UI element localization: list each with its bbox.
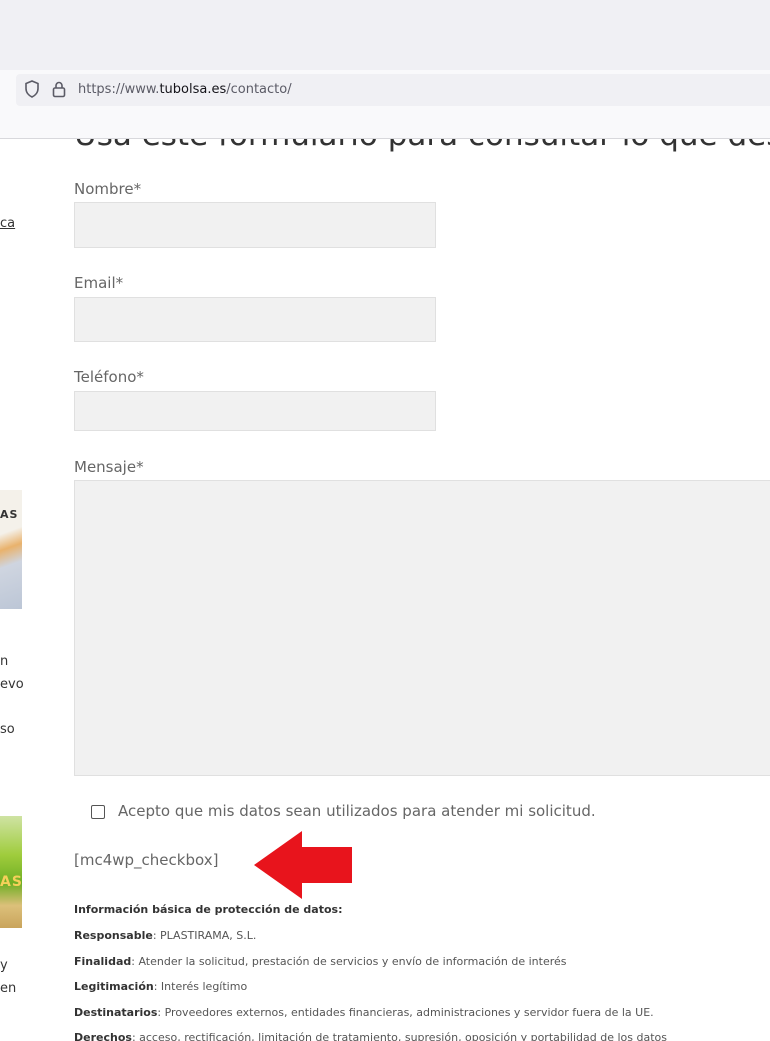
consent-checkbox[interactable] [91, 805, 105, 819]
privacy-row: Finalidad: Atender la solicitud, prestac… [74, 955, 567, 968]
red-arrow-annotation [254, 831, 352, 899]
sidebar-text-fragment: en [0, 981, 17, 996]
sidebar-link-fragment[interactable]: ca [0, 216, 15, 231]
url-text[interactable]: https://www.tubolsa.es/contacto/ [78, 82, 292, 97]
sidebar-banner-text: AS [0, 508, 19, 521]
shield-icon[interactable] [24, 80, 42, 100]
sidebar-banner-image[interactable]: AS [0, 816, 22, 928]
name-input[interactable] [74, 202, 436, 248]
sidebar-text-fragment: n [0, 654, 9, 669]
sidebar-text-fragment: y [0, 958, 8, 973]
form-heading: Usa este formulario para consultar lo qu… [74, 139, 770, 153]
privacy-row: Derechos: acceso, rectificación, limitac… [74, 1031, 667, 1041]
consent-label[interactable]: Acepto que mis datos sean utilizados par… [118, 802, 596, 820]
privacy-row: Legitimación: Interés legítimo [74, 980, 248, 993]
phone-label: Teléfono* [74, 368, 144, 386]
name-label: Nombre* [74, 180, 142, 198]
privacy-row: Destinatarios: Proveedores externos, ent… [74, 1006, 654, 1019]
email-label: Email* [74, 274, 124, 292]
message-label: Mensaje* [74, 458, 144, 476]
privacy-row: Responsable: PLASTIRAMA, S.L. [74, 929, 257, 942]
sidebar-banner-image[interactable]: AS [0, 490, 22, 609]
lock-icon[interactable] [51, 80, 69, 100]
privacy-title: Información básica de protección de dato… [74, 903, 343, 916]
page-content: ca › AS n evo so AS y en Usa este formul… [0, 139, 770, 1041]
message-textarea[interactable] [74, 480, 770, 776]
browser-tabstrip [0, 0, 770, 70]
sidebar-text-fragment: evo [0, 677, 24, 692]
mc4wp-shortcode-text: [mc4wp_checkbox] [74, 851, 219, 869]
email-input[interactable] [74, 297, 436, 342]
sidebar-banner-text: AS [0, 874, 22, 890]
sidebar-text-fragment: so [0, 722, 15, 737]
phone-input[interactable] [74, 391, 436, 431]
